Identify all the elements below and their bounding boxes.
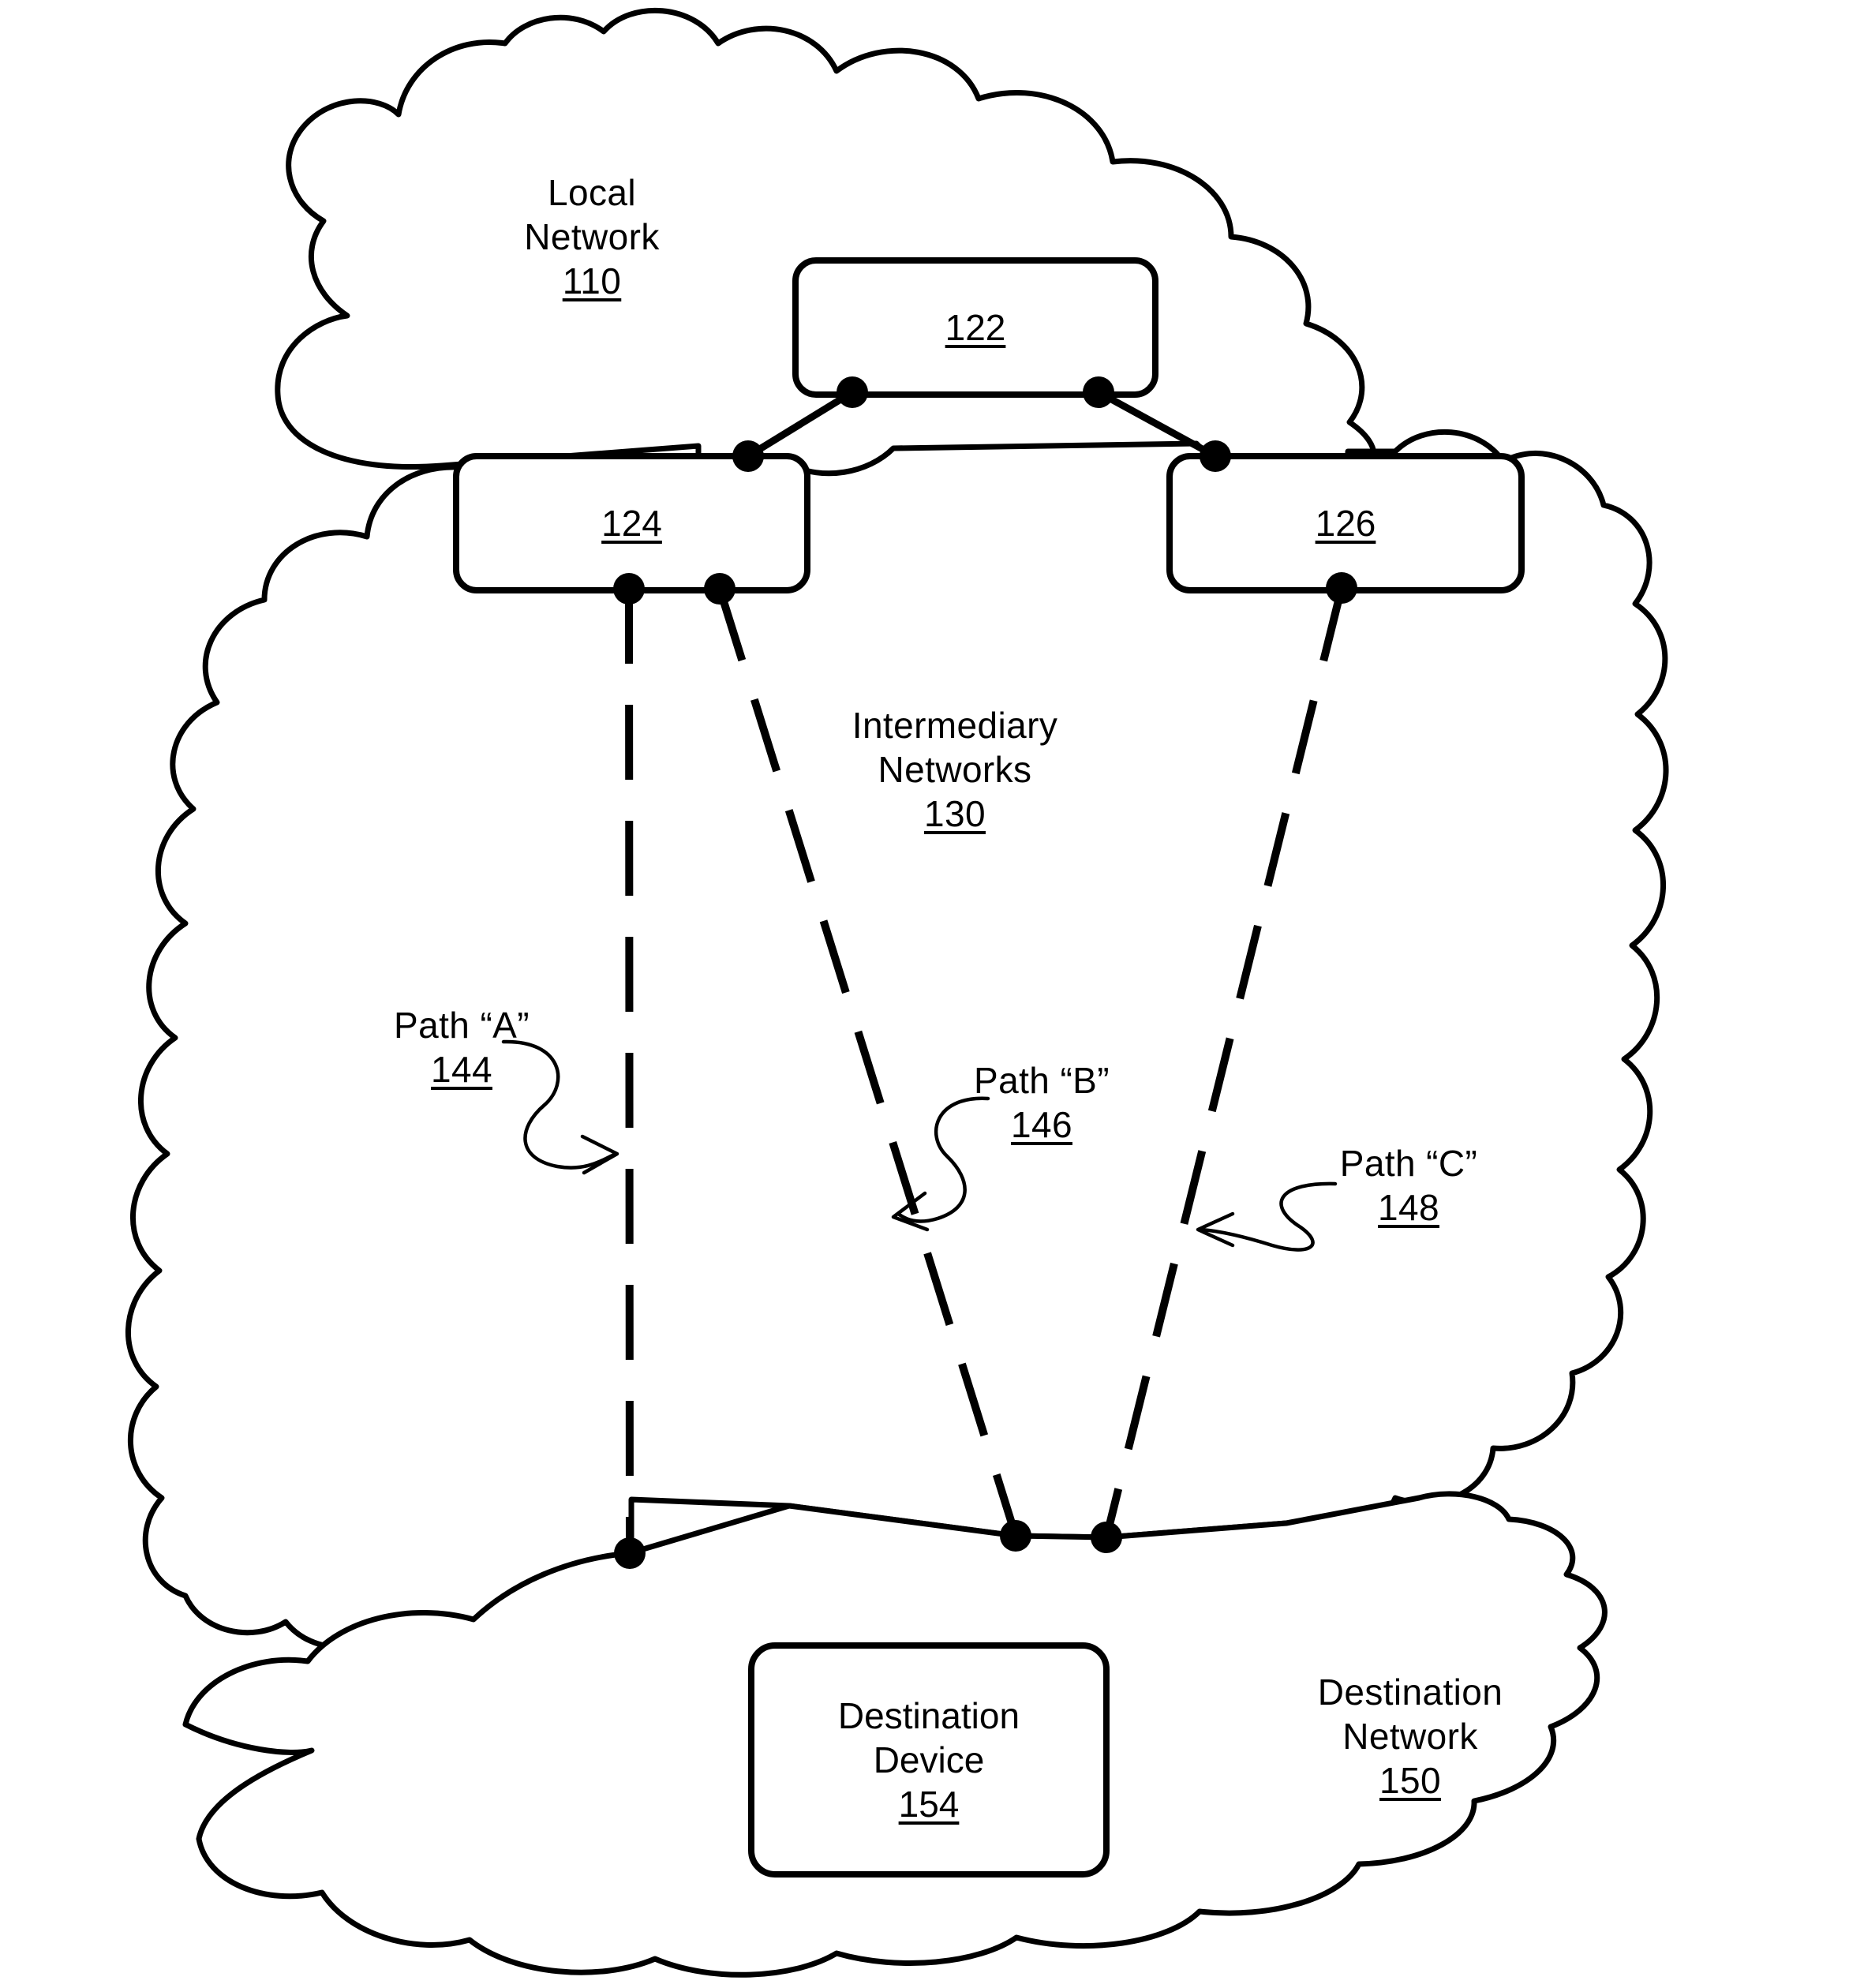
box-122-label[interactable]: 122: [795, 260, 1155, 395]
path-a-ref: 144: [431, 1049, 492, 1090]
local-network-label-text: Local Network: [524, 172, 660, 257]
intermediary-networks-label-text: Intermediary Networks: [852, 705, 1058, 790]
box-124-label[interactable]: 124: [456, 456, 807, 590]
box-126-ref: 126: [1315, 503, 1376, 544]
destination-network-label: Destination Network 150: [1272, 1626, 1548, 1847]
patent-figure: Local Network 110 Intermediary Networks …: [0, 0, 1864, 1988]
path-a-line: [625, 588, 634, 1554]
path-b-label: Path “B” 146: [927, 1014, 1156, 1191]
path-c-label: Path “C” 148: [1294, 1097, 1523, 1274]
box-126-label[interactable]: 126: [1170, 456, 1522, 590]
destination-network-ref: 150: [1379, 1760, 1441, 1801]
local-network-ref: 110: [562, 260, 622, 301]
path-a-label-text: Path “A”: [394, 1005, 530, 1046]
destination-network-label-text: Destination Network: [1317, 1672, 1503, 1757]
junction-dot-destination-path-b: [1000, 1520, 1031, 1552]
box-124-ref: 124: [601, 503, 662, 544]
intermediary-networks-ref: 130: [924, 793, 986, 834]
intermediary-networks-label: Intermediary Networks 130: [805, 659, 1105, 880]
path-c-label-text: Path “C”: [1339, 1143, 1478, 1184]
junction-dot-destination-path-c: [1091, 1522, 1122, 1553]
destination-device-label-text: Destination Device: [837, 1695, 1020, 1780]
path-b-ref: 146: [1011, 1104, 1072, 1145]
local-network-label: Local Network 110: [473, 126, 710, 347]
destination-device-ref: 154: [898, 1784, 960, 1825]
path-a-label: Path “A” 144: [347, 959, 576, 1136]
junction-dot-destination-path-a: [614, 1537, 646, 1569]
path-b-label-text: Path “B”: [974, 1060, 1110, 1101]
box-122-ref: 122: [945, 307, 1006, 348]
path-c-ref: 148: [1378, 1187, 1439, 1228]
destination-device-label[interactable]: Destination Device 154: [751, 1645, 1106, 1874]
